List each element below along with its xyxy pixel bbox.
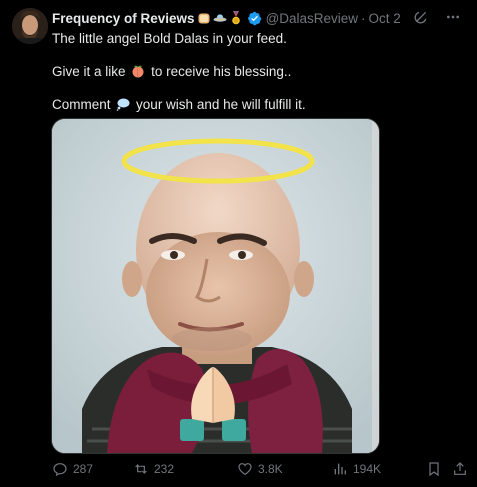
peach-icon [132, 65, 144, 78]
speech-bubble-icon [116, 98, 130, 111]
grok-icon[interactable] [413, 9, 429, 25]
dot-separator: · [361, 10, 366, 26]
reply-count: 287 [73, 462, 94, 476]
author-avatar[interactable] [12, 8, 48, 44]
repost-count: 232 [154, 462, 175, 476]
views-count: 194K [353, 462, 382, 476]
share-button[interactable] [452, 461, 468, 477]
ufo-icon [213, 14, 227, 22]
heart-icon [238, 463, 252, 476]
repost-icon [135, 464, 147, 474]
verified-badge-icon [247, 11, 262, 25]
author-name[interactable]: Frequency of Reviews [52, 11, 195, 26]
post-image[interactable] [51, 118, 380, 454]
bookmark-button[interactable] [426, 461, 442, 477]
like-button[interactable]: 3.8K [237, 461, 283, 477]
bookmark-icon [429, 462, 439, 477]
post-header: Frequency of Reviews @DalasReview · Oct … [52, 9, 461, 27]
author-handle[interactable]: @DalasReview [266, 11, 358, 26]
post-text-line-1: The little angel Bold Dalas in your feed… [52, 31, 287, 46]
post-text-line-2: Give it a like to receive his blessing.. [52, 64, 292, 79]
share-icon [454, 462, 466, 475]
reply-icon [53, 463, 67, 477]
views-chart-icon [334, 463, 346, 475]
reply-button[interactable]: 287 [52, 461, 93, 477]
views-button[interactable]: 194K [332, 461, 381, 477]
repost-button[interactable]: 232 [133, 461, 174, 477]
angel-photo [52, 119, 379, 453]
more-options-icon[interactable] [445, 9, 461, 25]
post-actions: 287 232 3.8K 194K [52, 459, 468, 479]
medal-icon [231, 11, 240, 25]
toast-icon [198, 13, 210, 24]
like-count: 3.8K [258, 462, 283, 476]
post-date[interactable]: Oct 2 [369, 11, 401, 26]
post-text-line-3: Comment your wish and he will fulfill it… [52, 97, 306, 112]
